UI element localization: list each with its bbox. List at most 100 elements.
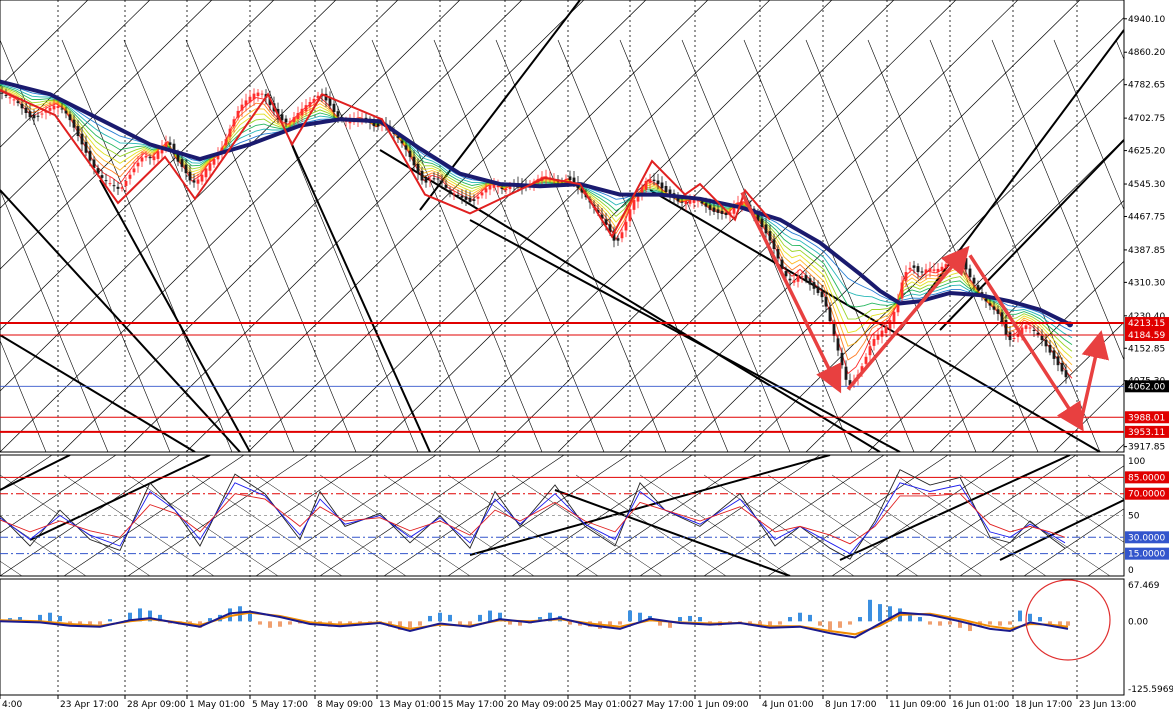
candle-body — [80, 133, 84, 145]
candle-body — [820, 291, 824, 298]
candle-body — [480, 192, 484, 196]
candle-body — [252, 93, 256, 100]
macd-histogram-bar — [478, 614, 482, 622]
x-tick-label: 1 Jun 09:00 — [697, 700, 749, 710]
candle-body — [936, 268, 940, 272]
candle-body — [192, 180, 196, 183]
macd-histogram-bar — [868, 599, 872, 622]
candle-body — [140, 157, 144, 162]
price-tick-label: 4940.10 — [1128, 15, 1165, 25]
candle-body — [964, 258, 968, 270]
macd-histogram-bar — [408, 621, 412, 628]
candle-body — [708, 205, 712, 210]
candle-body — [464, 196, 468, 200]
macd-histogram-bar — [928, 621, 932, 625]
candle-body — [836, 338, 840, 351]
candle-body — [832, 323, 836, 336]
candle-body — [72, 119, 76, 128]
candle-body — [468, 197, 472, 202]
candle-body — [888, 320, 892, 329]
macd-histogram-bar — [1028, 613, 1032, 622]
candle-body — [144, 155, 148, 158]
candle-body — [152, 156, 156, 161]
candle-body — [1032, 329, 1036, 331]
candle-body — [828, 307, 832, 322]
trading-chart[interactable]: 4940.10 4860.20 4782.65 4702.75 4625.20 4545.… — [0, 0, 1173, 711]
macd-histogram-bar — [778, 621, 782, 625]
candle-body — [876, 334, 880, 340]
candle-body — [188, 171, 192, 181]
candle-body — [244, 100, 248, 106]
candle-body — [328, 97, 332, 106]
candle-body — [764, 224, 768, 234]
price-tick-label: 4152.85 — [1128, 344, 1165, 354]
candle-body — [840, 352, 844, 366]
macd-histogram-bar — [948, 621, 952, 625]
candle-body — [64, 110, 68, 114]
candle-body — [40, 113, 44, 115]
x-tick-label: 28 Apr 09:00 — [127, 700, 186, 710]
candle-body — [652, 179, 656, 182]
candle-body — [108, 183, 112, 185]
x-tick-label: 27 May 17:00 — [632, 700, 694, 710]
macd-histogram-bar — [58, 615, 62, 622]
candle-body — [800, 276, 804, 278]
candle-body — [168, 142, 172, 145]
candle-body — [648, 178, 652, 183]
candle-body — [456, 194, 460, 196]
osc-tick-label: 50 — [1128, 512, 1140, 522]
macd-histogram-bar — [258, 621, 262, 625]
candle-body — [412, 156, 416, 166]
candle-body — [112, 185, 116, 187]
candle-body — [968, 268, 972, 278]
candle-body — [912, 265, 916, 268]
candle-body — [60, 108, 64, 110]
candle-body — [712, 207, 716, 212]
macd-histogram-bar — [628, 610, 632, 622]
macd-histogram-bar — [618, 621, 622, 625]
candle-body — [1040, 335, 1044, 341]
candle-body — [684, 201, 688, 205]
x-tick-label: 8 May 09:00 — [317, 700, 373, 710]
candle-body — [116, 186, 120, 189]
macd-histogram-bar — [808, 614, 812, 622]
chart-canvas[interactable]: 4940.10 4860.20 4782.65 4702.75 4625.20 4545.… — [0, 0, 1173, 711]
candle-body — [36, 115, 40, 117]
macd-panel — [0, 578, 1125, 696]
candle-body — [780, 259, 784, 269]
candle-body — [1044, 339, 1048, 347]
price-tick-label: 4625.20 — [1128, 147, 1165, 157]
price-tick-label: 4702.75 — [1128, 114, 1165, 124]
candle-body — [492, 184, 496, 188]
axis-value-tag-label: 3988.01 — [1128, 413, 1165, 423]
candle-body — [184, 164, 188, 174]
candle-body — [768, 231, 772, 241]
candle-body — [128, 174, 132, 179]
candle-body — [12, 99, 16, 101]
candle-body — [616, 238, 620, 241]
candle-body — [4, 94, 8, 96]
candle-body — [88, 150, 92, 161]
candle-body — [720, 210, 724, 214]
candle-body — [136, 162, 140, 167]
candle-body — [84, 141, 88, 153]
macd-histogram-bar — [268, 621, 272, 628]
candle-body — [792, 280, 796, 283]
candle-body — [564, 178, 568, 180]
candle-body — [928, 268, 932, 272]
candle-body — [400, 140, 404, 144]
candle-body — [332, 103, 336, 112]
candle-body — [788, 278, 792, 281]
candle-body — [48, 107, 52, 111]
macd-histogram-bar — [458, 621, 462, 625]
candle-body — [52, 105, 56, 110]
candle-body — [568, 176, 572, 180]
candle-body — [436, 178, 440, 180]
x-tick-label: 23 Apr 17:00 — [60, 700, 119, 710]
candle-body — [444, 184, 448, 188]
price-tick-label: 4545.30 — [1128, 180, 1165, 190]
candle-body — [620, 232, 624, 239]
candle-body — [1056, 356, 1060, 366]
candle-body — [296, 113, 300, 119]
candle-body — [872, 339, 876, 346]
